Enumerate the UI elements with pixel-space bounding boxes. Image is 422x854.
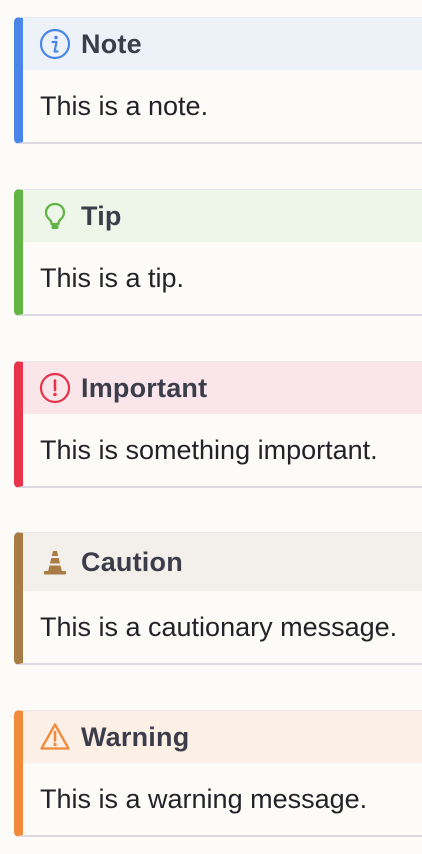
info-circle-icon xyxy=(39,28,71,60)
callout-header: Warning xyxy=(23,711,422,763)
callout-body: This is a note. xyxy=(40,90,209,121)
callout-important: Important This is something important. xyxy=(14,361,422,488)
callout-body: This is something important. xyxy=(40,434,378,465)
callout-warning: Warning This is a warning message. xyxy=(14,710,422,837)
callout-note: Note This is a note. xyxy=(14,17,422,144)
lightbulb-icon xyxy=(39,200,71,232)
callout-body: This is a cautionary message. xyxy=(40,611,398,642)
callout-list: Note This is a note. Tip This is a tip. xyxy=(0,0,422,854)
callout-title: Note xyxy=(81,28,142,59)
exclamation-circle-icon xyxy=(39,372,71,404)
warning-triangle-icon xyxy=(39,721,71,753)
callout-header: Tip xyxy=(23,190,422,242)
callout-title: Tip xyxy=(81,200,122,231)
callout-header: Note xyxy=(23,18,422,70)
callout-header: Caution xyxy=(23,533,422,591)
callout-body: This is a warning message. xyxy=(40,783,368,814)
callout-title: Caution xyxy=(81,546,183,577)
callout-body: This is a tip. xyxy=(40,262,185,293)
callout-header: Important xyxy=(23,362,422,414)
callout-title: Warning xyxy=(81,721,190,752)
callout-tip: Tip This is a tip. xyxy=(14,189,422,316)
traffic-cone-icon xyxy=(39,546,71,578)
callout-title: Important xyxy=(81,372,208,403)
callout-caution: Caution This is a cautionary message. xyxy=(14,532,422,665)
